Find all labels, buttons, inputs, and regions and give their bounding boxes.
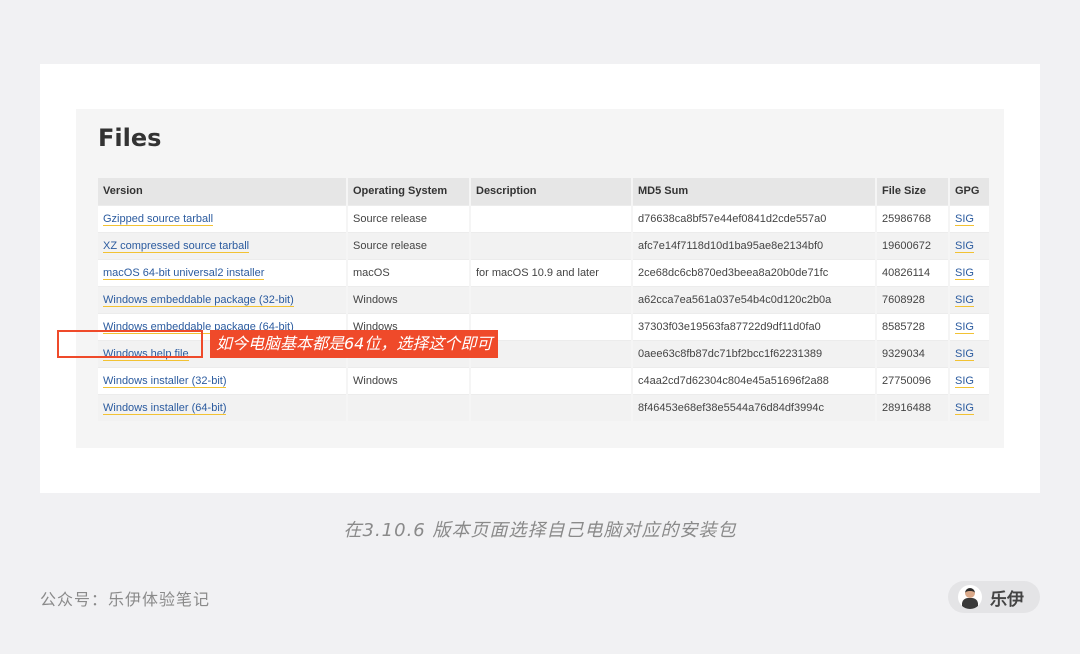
table-row: Windows installer (32-bit) Windows c4aa2… xyxy=(98,366,991,394)
md5-cell: 2ce68dc6cb870ed3beea8a20b0de71fc xyxy=(632,258,877,286)
column-header-version: Version xyxy=(98,178,348,205)
files-heading: Files xyxy=(98,124,162,152)
table-row: macOS 64-bit universal2 installer macOS … xyxy=(98,258,991,286)
sig-link[interactable]: SIG xyxy=(955,374,974,388)
files-section: Files Version Operating System Descripti… xyxy=(76,109,1004,448)
md5-cell: afc7e14f7118d10d1ba95ae8e2134bf0 xyxy=(632,231,877,259)
description-cell xyxy=(470,231,633,259)
column-header-os: Operating System xyxy=(347,178,471,205)
os-cell: macOS xyxy=(347,258,471,286)
os-cell: Source release xyxy=(347,204,471,232)
annotation-callout: 如今电脑基本都是64位，选择这个即可 xyxy=(210,330,499,358)
avatar xyxy=(958,585,982,609)
size-cell: 19600672 xyxy=(876,231,950,259)
column-header-md5: MD5 Sum xyxy=(632,178,877,205)
md5-cell: 8f46453e68ef38e5544a76d84df3994c xyxy=(632,393,877,421)
description-cell xyxy=(470,366,633,394)
size-cell: 25986768 xyxy=(876,204,950,232)
md5-cell: 0aee63c8fb87dc71bf2bcc1f62231389 xyxy=(632,339,877,367)
md5-cell: c4aa2cd7d62304c804e45a51696f2a88 xyxy=(632,366,877,394)
sig-link[interactable]: SIG xyxy=(955,401,974,415)
column-header-gpg: GPG xyxy=(949,178,991,205)
sig-link[interactable]: SIG xyxy=(955,266,974,280)
column-header-size: File Size xyxy=(876,178,950,205)
screenshot-card: Files Version Operating System Descripti… xyxy=(40,64,1040,493)
size-cell: 28916488 xyxy=(876,393,950,421)
sig-link[interactable]: SIG xyxy=(955,293,974,307)
description-cell xyxy=(470,393,633,421)
sig-link[interactable]: SIG xyxy=(955,239,974,253)
table-row: XZ compressed source tarball Source rele… xyxy=(98,231,991,259)
sig-link[interactable]: SIG xyxy=(955,347,974,361)
size-cell: 8585728 xyxy=(876,312,950,340)
description-cell xyxy=(470,285,633,313)
table-row: Windows installer (64-bit) 8f46453e68ef3… xyxy=(98,393,991,421)
file-link-installer-32[interactable]: Windows installer (32-bit) xyxy=(103,374,227,388)
file-link-xz-tarball[interactable]: XZ compressed source tarball xyxy=(103,239,250,253)
os-cell: Windows xyxy=(347,285,471,313)
author-name: 乐伊 xyxy=(990,589,1024,610)
os-cell: Windows xyxy=(347,366,471,394)
size-cell: 40826114 xyxy=(876,258,950,286)
size-cell: 27750096 xyxy=(876,366,950,394)
md5-cell: a62cca7ea561a037e54b4c0d120c2b0a xyxy=(632,285,877,313)
sig-link[interactable]: SIG xyxy=(955,212,974,226)
file-link-macos-installer[interactable]: macOS 64-bit universal2 installer xyxy=(103,266,265,280)
md5-cell: d76638ca8bf57e44ef0841d2cde557a0 xyxy=(632,204,877,232)
size-cell: 9329034 xyxy=(876,339,950,367)
os-cell xyxy=(347,393,471,421)
description-cell xyxy=(470,204,633,232)
figure-caption: 在3.10.6 版本页面选择自己电脑对应的安装包 xyxy=(343,520,737,541)
size-cell: 7608928 xyxy=(876,285,950,313)
files-table: Version Operating System Description MD5… xyxy=(98,178,991,421)
file-link-embeddable-32[interactable]: Windows embeddable package (32-bit) xyxy=(103,293,294,307)
os-cell: Source release xyxy=(347,231,471,259)
account-label: 公众号：乐伊体验笔记 xyxy=(40,590,211,609)
table-row: Windows embeddable package (32-bit) Wind… xyxy=(98,285,991,313)
file-link-help-file[interactable]: Windows help file xyxy=(103,347,189,361)
sig-link[interactable]: SIG xyxy=(955,320,974,334)
author-badge: 乐伊 xyxy=(948,581,1040,613)
description-cell: for macOS 10.9 and later xyxy=(470,258,633,286)
table-row: Gzipped source tarball Source release d7… xyxy=(98,204,991,232)
file-link-installer-64[interactable]: Windows installer (64-bit) xyxy=(103,401,227,415)
md5-cell: 37303f03e19563fa87722d9df11d0fa0 xyxy=(632,312,877,340)
file-link-gzipped-tarball[interactable]: Gzipped source tarball xyxy=(103,212,214,226)
column-header-description: Description xyxy=(470,178,633,205)
table-header-row: Version Operating System Description MD5… xyxy=(98,178,991,205)
